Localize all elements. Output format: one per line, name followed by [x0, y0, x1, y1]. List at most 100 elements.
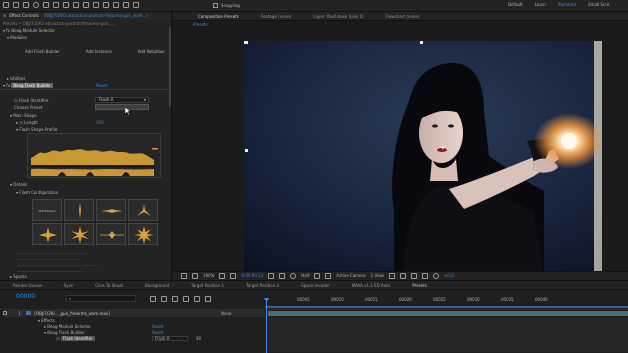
fx-badge-icon[interactable]: fx: [6, 83, 10, 88]
preset-tile[interactable]: [32, 223, 62, 245]
pen-tool-icon[interactable]: [73, 2, 79, 8]
flash-config-group[interactable]: ▾ Flash Configuration: [16, 189, 58, 196]
length-value[interactable]: 100: [96, 119, 104, 126]
magnification-dropdown[interactable]: 100%: [203, 274, 214, 278]
panel-scrollbar[interactable]: [169, 27, 171, 107]
tab-presets[interactable]: Presets: [407, 281, 432, 290]
orbit-tool-icon[interactable]: [43, 2, 49, 8]
flash-identifier-dropdown[interactable]: Flash A ▾: [95, 97, 149, 103]
always-preview-icon[interactable]: [181, 273, 187, 279]
add-neighbor-button[interactable]: Add Neighbor: [138, 50, 165, 54]
tab-composition[interactable]: Composition Presets: [193, 12, 244, 21]
disclosure-triangle-icon[interactable]: ▾: [38, 318, 40, 323]
choose-preset-dropdown[interactable]: [95, 104, 149, 110]
comp-breadcrumb[interactable]: Presets: [193, 22, 208, 27]
work-area-bar[interactable]: [265, 306, 628, 308]
preset-tile[interactable]: [64, 223, 94, 245]
tab-sync[interactable]: Sync: [59, 281, 79, 290]
camera-dropdown[interactable]: Active Camera: [336, 274, 365, 278]
shy-layers-icon[interactable]: [172, 296, 178, 302]
anchor-point-icon[interactable]: ✦: [440, 145, 446, 152]
tab-background[interactable]: Background: [140, 281, 174, 290]
fx-badge-icon[interactable]: fx: [6, 28, 10, 33]
preset-tile[interactable]: [96, 223, 126, 245]
tab-render-queue[interactable]: Render Queue: [8, 281, 47, 290]
effect-module-selector[interactable]: ▾ fx Beog Module Selector: [3, 27, 55, 34]
disclosure-triangle-icon[interactable]: ▸: [16, 120, 18, 125]
disclosure-triangle-icon[interactable]: ▾: [16, 127, 18, 132]
details-group[interactable]: ▾ Details: [10, 181, 27, 188]
workspace-learn[interactable]: Learn: [535, 3, 546, 7]
layer-duration-bar[interactable]: [268, 311, 628, 316]
time-ruler[interactable]: 00005 00010 00015 00020 00025 00030 0003…: [265, 298, 628, 305]
tab-target-position-1[interactable]: Target Position 1: [186, 281, 229, 290]
home-icon[interactable]: [3, 2, 9, 8]
workspace-small-screen[interactable]: Small Scre: [588, 3, 609, 7]
flash-dropdown[interactable]: Flash A: [152, 336, 188, 341]
disclosure-triangle-icon[interactable]: ▾: [7, 35, 9, 40]
snapping-toggle[interactable]: Snapping: [213, 3, 240, 8]
color-channel-icon[interactable]: [290, 273, 297, 279]
tab-layer[interactable]: Layer: flash base (Like 1): [308, 12, 368, 21]
preset-tile[interactable]: [64, 199, 94, 221]
rectangle-tool-icon[interactable]: [63, 2, 69, 8]
tab-click-to-shoot[interactable]: Click To Shoot: [90, 281, 128, 290]
flash-profile-row[interactable]: ▾ Flash Shape Profile: [16, 126, 57, 133]
pixel-aspect-icon[interactable]: [388, 273, 395, 279]
pan-tool-icon[interactable]: [53, 2, 59, 8]
timeline-search-input[interactable]: ⌕: [66, 295, 136, 302]
exposure-value[interactable]: +0.0: [444, 274, 454, 278]
transparency-grid-icon[interactable]: [325, 273, 332, 279]
flowchart-icon[interactable]: [421, 273, 428, 279]
track-area[interactable]: [265, 309, 628, 353]
effect-flash-builder[interactable]: ▾ fx Beog Flash Builder Reset: [3, 82, 107, 89]
panel-close-icon[interactable]: ×: [3, 14, 6, 18]
grid-toggle-icon[interactable]: [192, 273, 198, 279]
hand-tool-icon[interactable]: [23, 2, 29, 8]
timeline-link-icon[interactable]: [410, 273, 417, 279]
fast-preview-icon[interactable]: [399, 273, 406, 279]
reset-link[interactable]: Reset: [96, 82, 107, 89]
show-snapshot-icon[interactable]: [279, 273, 286, 279]
tab-mava[interactable]: MAVA v1.1 ED Auto: [347, 281, 396, 290]
puppet-tool-icon[interactable]: [133, 2, 139, 8]
mask-toggle-icon[interactable]: [230, 273, 237, 279]
motion-blur-icon[interactable]: [194, 296, 200, 302]
snapshot-camera-icon[interactable]: [268, 273, 275, 279]
visibility-eye-icon[interactable]: [3, 311, 7, 315]
text-tool-icon[interactable]: [83, 2, 89, 8]
disclosure-triangle-icon[interactable]: ▸: [10, 274, 12, 279]
safe-zones-icon[interactable]: [219, 273, 226, 279]
panel-tab-title[interactable]: Effect Controls: [9, 14, 38, 18]
preset-tile[interactable]: [128, 199, 158, 221]
graph-handle[interactable]: [152, 148, 158, 150]
main-shape-group[interactable]: ▾ Main Shape: [10, 112, 37, 119]
preset-tile[interactable]: [128, 223, 158, 245]
composition-frame[interactable]: ✦: [244, 41, 602, 275]
playhead-line[interactable]: [266, 299, 267, 353]
flash-shape-graph[interactable]: [27, 133, 161, 178]
transform-handle[interactable]: [245, 149, 248, 152]
sparks-group[interactable]: ▸ Sparks: [10, 273, 27, 280]
transform-handle[interactable]: [420, 41, 423, 44]
add-instance-button[interactable]: Add Instance: [86, 50, 112, 54]
stopwatch-icon[interactable]: ◷: [56, 336, 60, 341]
region-of-interest-icon[interactable]: [314, 273, 321, 279]
workspace-default[interactable]: Default: [508, 3, 523, 7]
modules-group[interactable]: ▾ Modules: [7, 34, 27, 41]
disclosure-triangle-icon[interactable]: ▾: [3, 83, 5, 88]
layer-row[interactable]: 1 [OBJ/7/29/..._gun_firearms_wom.mov] No…: [3, 310, 265, 317]
graph-editor-icon[interactable]: [205, 296, 211, 302]
preset-tile-materials[interactable]: MATERIALS: [32, 199, 62, 221]
roto-tool-icon[interactable]: [123, 2, 129, 8]
parent-dropdown[interactable]: None: [221, 310, 231, 317]
utilities-group[interactable]: ▸ Utilities: [7, 75, 25, 82]
disclosure-triangle-icon[interactable]: ▾: [44, 330, 46, 335]
preset-tile[interactable]: [96, 199, 126, 221]
disclosure-triangle-icon[interactable]: ▾: [10, 182, 12, 187]
disclosure-triangle-icon[interactable]: ▾: [10, 113, 12, 118]
tab-space-invader[interactable]: Space Invader: [296, 281, 335, 290]
reset-exposure-icon[interactable]: [432, 273, 439, 279]
disclosure-triangle-icon[interactable]: ▾: [16, 190, 18, 195]
brush-tool-icon[interactable]: [93, 2, 99, 8]
